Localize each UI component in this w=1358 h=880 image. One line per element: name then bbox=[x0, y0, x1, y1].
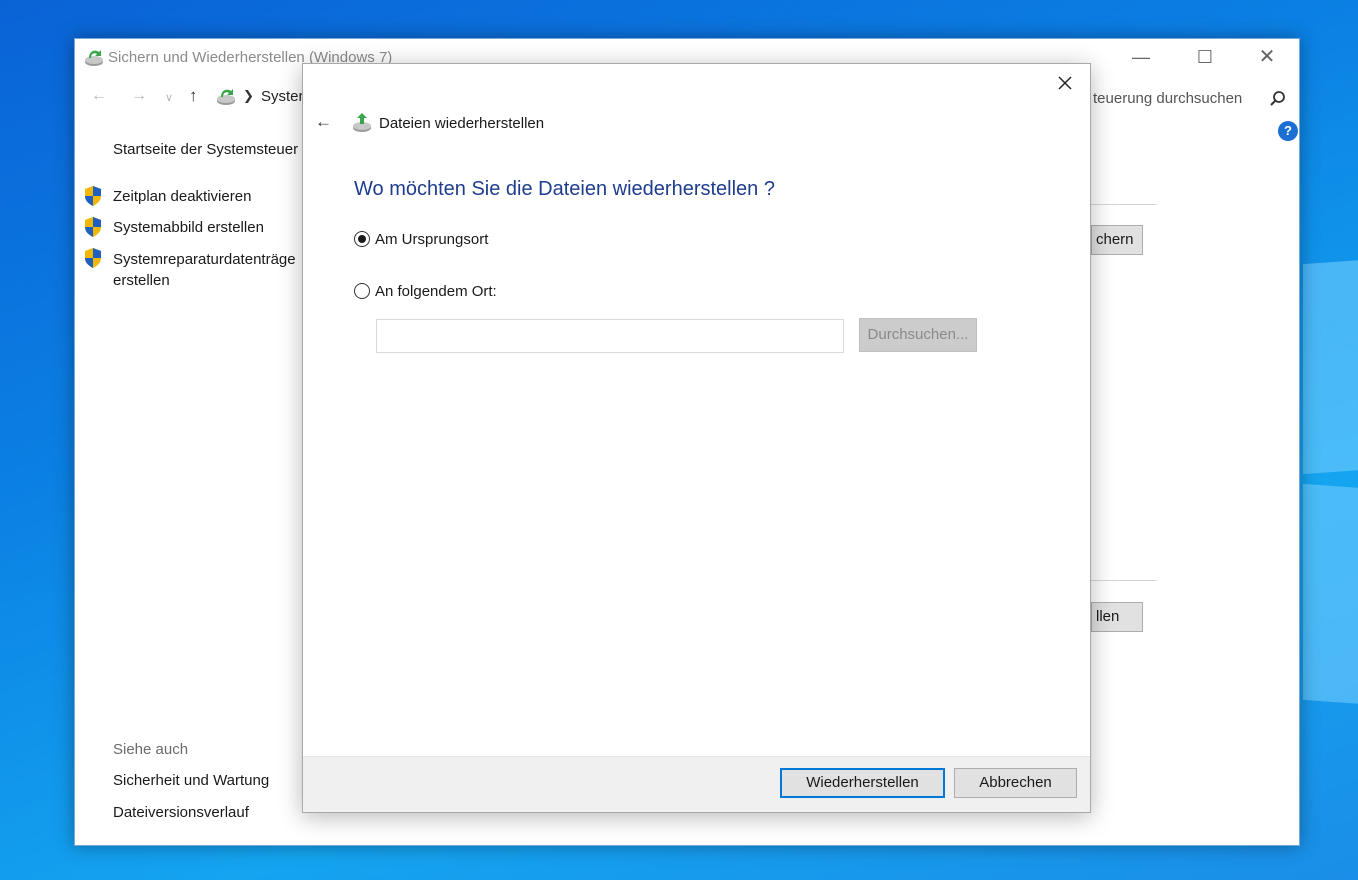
location-path-input[interactable] bbox=[376, 319, 844, 353]
search-icon[interactable] bbox=[1267, 88, 1289, 110]
radio-button-checked[interactable] bbox=[354, 231, 370, 247]
dialog-footer: Wiederherstellen Abbrechen bbox=[303, 756, 1090, 812]
desktop-logo-pane bbox=[1303, 259, 1358, 475]
dialog-heading: Wo möchten Sie die Dateien wiederherstel… bbox=[354, 178, 775, 200]
backup-restore-icon bbox=[85, 50, 103, 66]
close-window-button[interactable]: ✕ bbox=[1237, 39, 1297, 77]
search-placeholder: teuerung durchsuchen bbox=[1093, 90, 1243, 107]
uac-shield-icon bbox=[85, 248, 101, 268]
see-also-link-file-history[interactable]: Dateiversionsverlauf bbox=[113, 804, 249, 821]
sidebar-item-repair-disc-line2[interactable]: erstellen bbox=[113, 272, 170, 289]
desktop-logo-pane bbox=[1303, 483, 1358, 705]
help-icon[interactable]: ? bbox=[1278, 121, 1298, 141]
back-arrow-icon[interactable]: ← bbox=[315, 112, 332, 132]
uac-shield-icon bbox=[85, 217, 101, 237]
browse-button[interactable]: Durchsuchen... bbox=[859, 318, 977, 352]
forward-arrow-icon[interactable]: → bbox=[131, 87, 147, 105]
radio-label[interactable]: An folgendem Ort: bbox=[375, 283, 497, 300]
see-also-heading: Siehe auch bbox=[113, 741, 189, 758]
sidebar-item-system-image[interactable]: Systemabbild erstellen bbox=[113, 219, 264, 236]
chevron-right-icon: ❯ bbox=[243, 88, 254, 103]
cancel-button[interactable]: Abbrechen bbox=[954, 768, 1077, 798]
see-also-link-security[interactable]: Sicherheit und Wartung bbox=[113, 772, 269, 789]
backup-button[interactable]: chern bbox=[1091, 225, 1143, 255]
divider bbox=[1091, 204, 1157, 205]
back-arrow-icon[interactable]: ← bbox=[91, 87, 107, 105]
search-input[interactable]: teuerung durchsuchen bbox=[1085, 85, 1291, 113]
close-icon[interactable] bbox=[1054, 72, 1076, 94]
radio-label[interactable]: Am Ursprungsort bbox=[375, 231, 488, 248]
breadcrumb[interactable]: Syster bbox=[261, 88, 304, 105]
sidebar-item-schedule[interactable]: Zeitplan deaktivieren bbox=[113, 188, 251, 205]
uac-shield-icon bbox=[85, 186, 101, 206]
divider bbox=[1091, 580, 1157, 581]
backup-restore-icon bbox=[217, 89, 235, 105]
file-restore-icon bbox=[353, 113, 371, 132]
sidebar-item-repair-disc[interactable]: Systemreparaturdatenträge bbox=[113, 251, 296, 268]
up-arrow-icon[interactable]: ↑ bbox=[189, 86, 198, 106]
minimize-button[interactable]: — bbox=[1111, 39, 1171, 77]
restore-files-button[interactable]: llen bbox=[1091, 602, 1143, 632]
restore-files-dialog: ← Dateien wiederherstellen Wo möchten Si… bbox=[302, 63, 1091, 813]
radio-button-unchecked[interactable] bbox=[354, 283, 370, 299]
restore-button[interactable]: Wiederherstellen bbox=[780, 768, 945, 798]
sidebar-home-link[interactable]: Startseite der Systemsteuer bbox=[113, 141, 298, 158]
dialog-title: Dateien wiederherstellen bbox=[379, 115, 545, 132]
maximize-button[interactable]: ☐ bbox=[1175, 39, 1235, 77]
chevron-down-icon[interactable]: ∨ bbox=[165, 91, 173, 104]
